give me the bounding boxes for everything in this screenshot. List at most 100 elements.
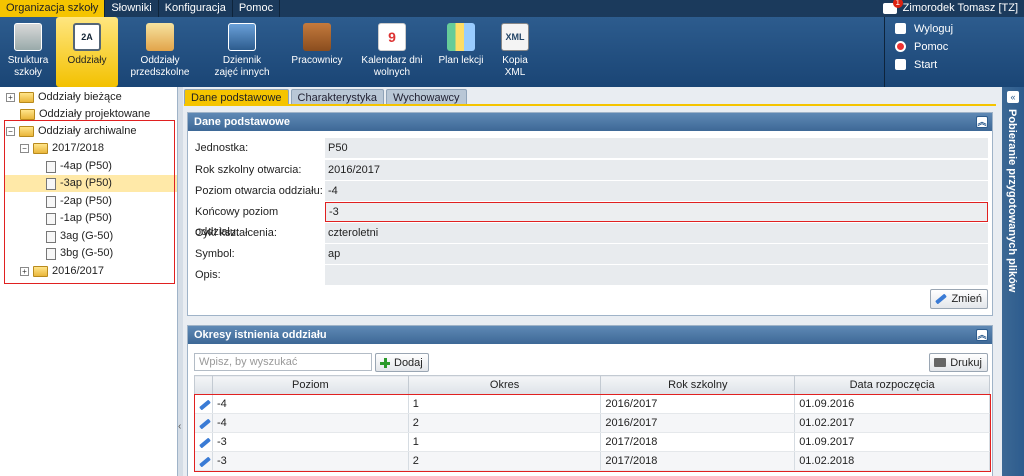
column-header-year[interactable]: Rok szkolny — [600, 375, 796, 395]
ribbon-label: Dziennik — [222, 55, 262, 66]
cell-period: 2 — [408, 451, 602, 471]
row-edit-cell[interactable] — [194, 413, 213, 433]
staff-icon — [303, 23, 331, 51]
highlight-box — [4, 120, 175, 284]
splitter-handle[interactable] — [178, 87, 183, 476]
field-row: Poziom otwarcia oddziału: -4 — [192, 181, 988, 201]
field-value-highlighted: -3 — [325, 202, 988, 222]
home-icon — [895, 59, 906, 70]
ribbon-button-plan[interactable]: Plan lekcji — [432, 17, 490, 87]
expand-icon[interactable]: + — [6, 93, 15, 102]
notification-badge: 1 — [892, 0, 903, 8]
start-link[interactable]: Start — [895, 57, 1024, 72]
field-label: Symbol: — [195, 248, 235, 260]
menu-pomoc[interactable]: Pomoc — [233, 0, 281, 17]
table-row[interactable]: -3 2 2017/2018 01.02.2018 — [194, 451, 990, 471]
table-row[interactable]: -3 1 2017/2018 01.09.2017 — [194, 432, 990, 452]
menu-slowniki[interactable]: Słowniki — [105, 0, 159, 17]
sidebar-title: Pobieranie przygotowanych plików — [1006, 109, 1018, 293]
folder-icon — [20, 109, 35, 120]
ribbon-button-xml[interactable]: XML Kopia XML — [490, 17, 540, 87]
row-edit-cell[interactable] — [194, 451, 213, 471]
ribbon-button-struktura[interactable]: Struktura szkoły — [0, 17, 56, 87]
user-name: Zimorodek Tomasz [TZ] — [902, 2, 1018, 14]
tree-label: Oddziały bieżące — [38, 91, 122, 103]
row-edit-cell[interactable] — [194, 394, 213, 414]
collapse-up-icon[interactable]: ︽ — [976, 116, 988, 128]
tab-tutors[interactable]: Wychowawcy — [386, 89, 467, 105]
ribbon-label: wolnych — [373, 67, 411, 78]
tab-basic[interactable]: Dane podstawowe — [184, 89, 289, 105]
cell-period: 1 — [408, 432, 602, 452]
lock-icon — [895, 23, 906, 34]
cell-year: 2017/2018 — [600, 451, 796, 471]
row-edit-cell[interactable] — [194, 432, 213, 452]
table-row[interactable]: -4 1 2016/2017 01.09.2016 — [194, 394, 990, 414]
tab-characteristics[interactable]: Charakterystyka — [290, 89, 384, 105]
ribbon-button-dziennik[interactable]: Dziennik zajęć innych — [202, 17, 282, 87]
expand-left-icon[interactable]: « — [1007, 91, 1019, 103]
help-link[interactable]: Pomoc — [895, 39, 1024, 54]
ribbon-label: Pracownicy — [291, 55, 343, 66]
ribbon-button-przedszkolne[interactable]: Oddziały przedszkolne — [118, 17, 202, 87]
messages-icon[interactable]: 1 — [882, 0, 903, 14]
column-header-period[interactable]: Okres — [407, 375, 602, 395]
edit-button[interactable]: Zmień — [930, 289, 988, 309]
pencil-icon — [198, 399, 211, 411]
basic-data-panel: Dane podstawowe ︽ Jednostka: P50 Rok szkol… — [187, 112, 993, 316]
panel-header: Dane podstawowe ︽ — [188, 113, 992, 131]
field-value: -4 — [325, 181, 988, 201]
logout-link[interactable]: Wyloguj — [895, 21, 1024, 36]
field-row: Rok szkolny otwarcia: 2016/2017 — [192, 160, 988, 180]
ribbon-label: Struktura — [7, 55, 49, 66]
start-label: Start — [914, 58, 938, 71]
calendar-icon: 9 — [378, 23, 406, 51]
field-label: Końcowy poziom oddziału: — [195, 206, 279, 238]
tree-node-current[interactable]: + Oddziały bieżące — [6, 89, 122, 106]
user-area: 1 Zimorodek Tomasz [TZ] — [882, 0, 1018, 17]
column-header-start-date[interactable]: Data rozpoczęcia — [794, 375, 990, 395]
downloads-sidebar[interactable]: « Pobieranie przygotowanych plików — [1002, 87, 1024, 476]
cell-start-date: 01.09.2017 — [794, 432, 990, 452]
ribbon-button-pracownicy[interactable]: Pracownicy — [282, 17, 352, 87]
tab-bar: Dane podstawowe Charakterystyka Wychowaw… — [184, 89, 467, 105]
ribbon-button-oddzialy[interactable]: 2A Oddziały — [56, 17, 118, 87]
add-button[interactable]: Dodaj — [375, 353, 429, 372]
ribbon-label: Oddziały — [67, 55, 107, 66]
print-button[interactable]: Drukuj — [929, 353, 988, 372]
ribbon-label: Kalendarz dni — [361, 55, 423, 66]
panel-title: Dane podstawowe — [194, 116, 290, 128]
collapse-up-icon[interactable]: ︽ — [976, 329, 988, 341]
field-value: P50 — [325, 138, 988, 158]
logout-label: Wyloguj — [914, 22, 954, 35]
column-header-level[interactable]: Poziom — [211, 375, 409, 395]
periods-table: Poziom Okres Rok szkolny Data rozpoczęci… — [193, 375, 991, 472]
plus-icon — [380, 357, 390, 368]
cell-start-date: 01.02.2017 — [794, 413, 990, 433]
cell-period: 1 — [408, 394, 602, 414]
ribbon-button-kalendarz[interactable]: 9 Kalendarz dni wolnych — [352, 17, 432, 87]
search-input[interactable]: Wpisz, by wyszukać — [194, 353, 372, 371]
field-row: Jednostka: P50 — [192, 138, 988, 158]
menu-organizacja[interactable]: Organizacja szkoły — [0, 0, 106, 17]
lifebuoy-icon — [895, 41, 906, 52]
cell-level: -3 — [212, 451, 409, 471]
panel-header: Okresy istnienia oddziału ︽ — [188, 326, 992, 344]
edit-column-header — [194, 375, 213, 395]
field-row: Cykl kształcenia: czteroletni — [192, 223, 988, 243]
cell-year: 2016/2017 — [600, 394, 796, 414]
pencil-icon — [198, 456, 211, 468]
panel-title: Okresy istnienia oddziału — [194, 329, 327, 341]
printer-icon — [934, 358, 947, 367]
menu-konfiguracja[interactable]: Konfiguracja — [159, 0, 233, 17]
xml-icon: XML — [501, 23, 529, 51]
field-label: Jednostka: — [195, 142, 249, 154]
field-row: Opis: — [192, 265, 988, 285]
ribbon-label: zajęć innych — [214, 67, 270, 78]
table-row[interactable]: -4 2 2016/2017 01.02.2017 — [194, 413, 990, 433]
ribbon-label: Oddziały — [140, 55, 180, 66]
cell-year: 2016/2017 — [600, 413, 796, 433]
account-links: Wyloguj Pomoc Start — [884, 17, 1024, 87]
edit-label: Zmień — [951, 293, 982, 305]
pencil-icon — [935, 293, 948, 305]
